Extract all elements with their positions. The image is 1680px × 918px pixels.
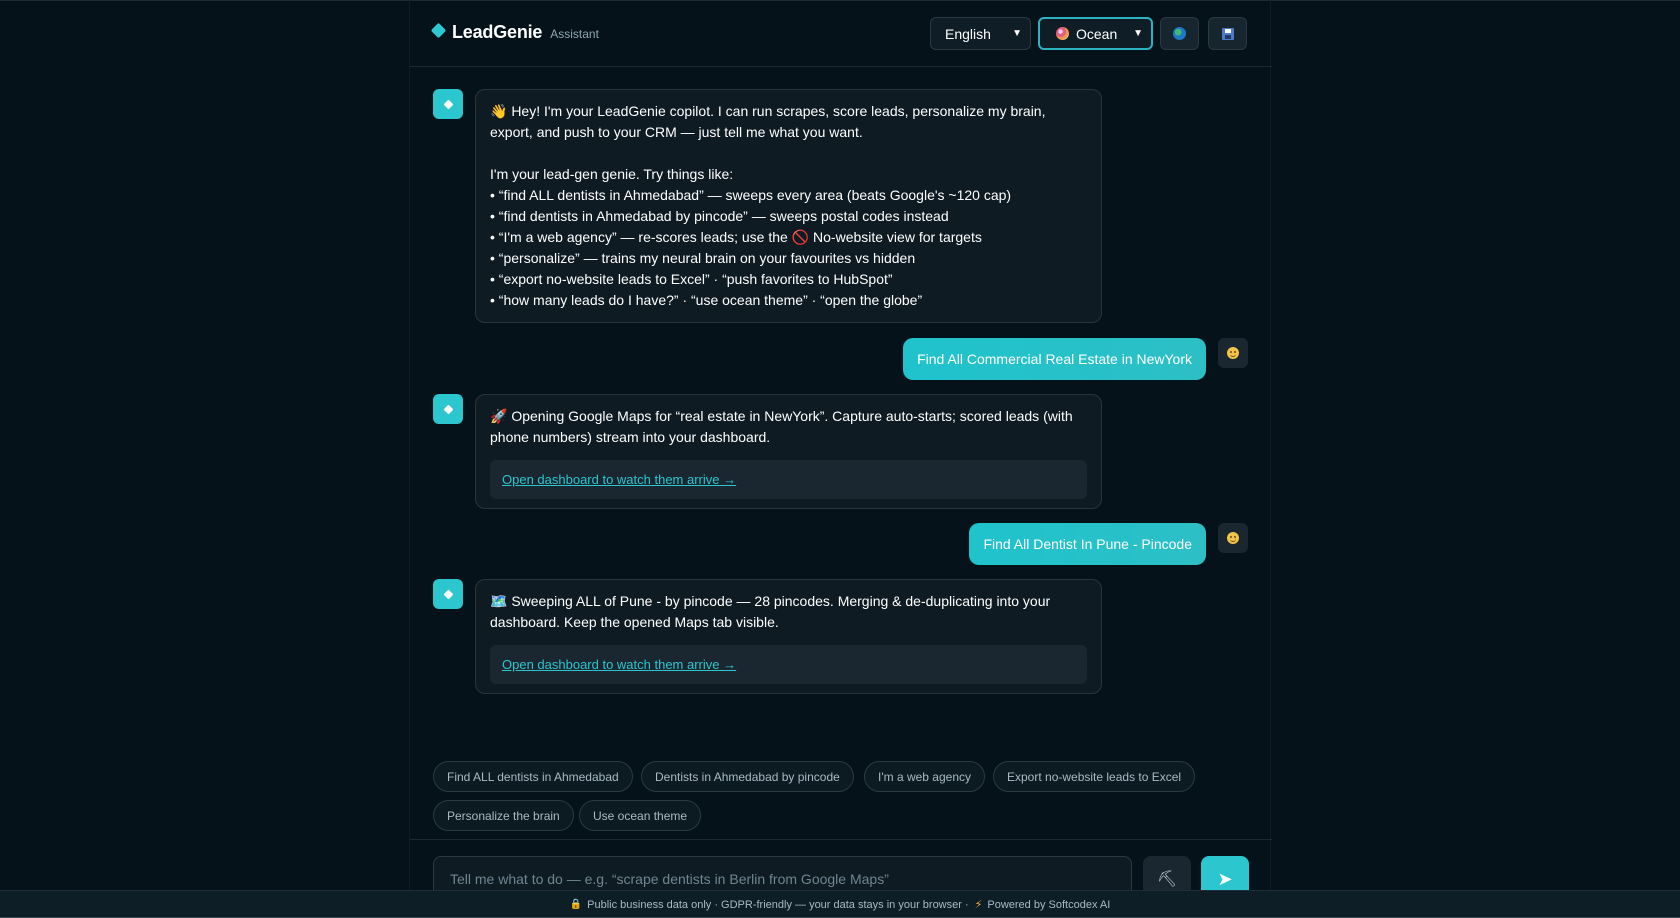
smiley-icon — [1227, 532, 1239, 544]
tip-item: • “find dentists in Ahmedabad by pincode… — [490, 208, 949, 224]
open-dashboard-link[interactable]: Open dashboard to watch them arrive → — [502, 472, 736, 487]
message-text: dashboard. Keep the opened Maps tab visi… — [490, 614, 779, 630]
message-text: 👋 Hey! I'm your LeadGenie copilot. I can… — [490, 103, 1046, 119]
tip-item: • “personalize” — trains my neural brain… — [490, 250, 916, 266]
bot-avatar — [433, 89, 463, 119]
tip-item: • “find ALL dentists in Ahmedabad” — swe… — [490, 187, 1012, 203]
save-button[interactable] — [1208, 17, 1247, 50]
pickaxe-icon: ⛏ — [1156, 871, 1178, 888]
diamond-logo-icon — [430, 22, 447, 39]
message-text: phone numbers) stream into your dashboar… — [490, 429, 771, 445]
suggestion-chip[interactable]: Export no-website leads to Excel — [993, 761, 1196, 792]
floppy-disk-icon — [1221, 27, 1234, 40]
tip-item: • “export no-website leads to Excel” · “… — [490, 271, 893, 287]
bot-message: 🚀 Opening Google Maps for “real estate i… — [475, 394, 1102, 509]
user-avatar — [1218, 523, 1248, 553]
footer-text: Public business data only · GDPR-friendl… — [587, 898, 969, 911]
chevron-down-icon: ▼ — [1012, 28, 1022, 39]
assistant-app: LeadGenie Assistant English ▼ Ocean ▼ 👋 … — [409, 0, 1272, 918]
diamond-icon — [443, 589, 453, 599]
user-message: Find All Commercial Real Estate in NewYo… — [903, 338, 1206, 380]
footer: 🔒 Public business data only · GDPR-frien… — [0, 890, 1680, 918]
footer-powered-by: Powered by Softcodex AI — [987, 898, 1111, 911]
bot-avatar — [433, 579, 463, 609]
bot-message: 🗺️ Sweeping ALL of Pune - by pincode — 2… — [475, 579, 1102, 694]
suggestion-chip[interactable]: Dentists in Ahmedabad by pincode — [641, 761, 854, 792]
language-select-value: English — [945, 25, 991, 42]
lock-icon: 🔒 — [569, 899, 583, 910]
suggestion-chip[interactable]: I'm a web agency — [864, 761, 986, 792]
palette-icon — [1056, 27, 1069, 40]
message-text: 🚀 Opening Google Maps for “real estate i… — [490, 408, 1073, 424]
tip-item: • “I'm a web agency” — re-scores leads; … — [490, 229, 982, 245]
bot-avatar — [433, 394, 463, 424]
theme-select[interactable]: Ocean ▼ — [1038, 17, 1153, 50]
language-select[interactable]: English ▼ — [930, 17, 1031, 50]
dashboard-link-box: Open dashboard to watch them arrive → — [490, 645, 1087, 684]
brand-name: LeadGenie — [452, 22, 543, 42]
brand-subtitle: Assistant — [550, 27, 599, 41]
tip-item: • “how many leads do I have?” · “use oce… — [490, 292, 923, 308]
send-icon: ➤ — [1217, 868, 1233, 889]
diamond-icon — [443, 404, 453, 414]
user-message: Find All Dentist In Pune - Pincode — [969, 523, 1206, 565]
composer-divider — [410, 839, 1272, 840]
suggestion-chip[interactable]: Use ocean theme — [579, 800, 702, 831]
lightning-icon: ⚡ — [974, 899, 983, 911]
chevron-down-icon: ▼ — [1133, 28, 1143, 39]
globe-icon — [1173, 27, 1186, 40]
diamond-icon — [443, 99, 453, 109]
bot-message: 👋 Hey! I'm your LeadGenie copilot. I can… — [475, 89, 1102, 323]
user-avatar — [1218, 338, 1248, 368]
dashboard-link-box: Open dashboard to watch them arrive → — [490, 460, 1087, 499]
header: LeadGenie Assistant English ▼ Ocean ▼ — [410, 0, 1272, 67]
message-text: export, and push to your CRM — just tell… — [490, 124, 863, 140]
message-text: 🗺️ Sweeping ALL of Pune - by pincode — 2… — [490, 593, 1051, 609]
suggestion-chip[interactable]: Personalize the brain — [433, 800, 574, 831]
suggestion-chip[interactable]: Find ALL dentists in Ahmedabad — [433, 761, 633, 792]
theme-select-value: Ocean — [1076, 25, 1118, 42]
open-dashboard-link[interactable]: Open dashboard to watch them arrive → — [502, 657, 736, 672]
message-text: I'm your lead-gen genie. Try things like… — [490, 166, 734, 182]
brand: LeadGenie Assistant — [430, 22, 599, 43]
smiley-icon — [1227, 347, 1239, 359]
globe-button[interactable] — [1160, 17, 1199, 50]
